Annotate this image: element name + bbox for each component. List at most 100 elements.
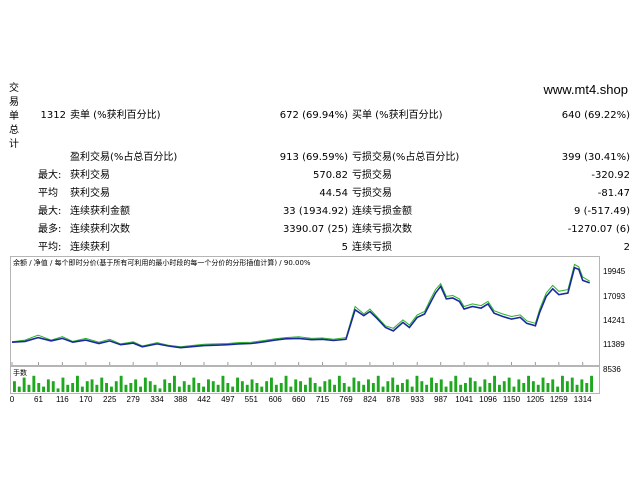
volume-bar	[27, 384, 31, 392]
volume-bar	[289, 386, 293, 392]
volume-bar	[255, 383, 259, 392]
volume-bar	[536, 384, 540, 392]
row-max-count-left-value: 3390.07 (25)	[282, 224, 348, 235]
volume-bar	[401, 383, 404, 392]
volume-bar	[575, 384, 579, 392]
x-tick-label: 660	[291, 395, 306, 404]
volume-bar	[192, 377, 196, 392]
volume-bar	[405, 379, 409, 392]
volume-bar	[32, 375, 36, 392]
volume-bar	[294, 379, 298, 392]
volume-bar	[80, 386, 84, 392]
volume-bar	[347, 386, 351, 392]
volume-bar	[531, 381, 535, 392]
volume-bar	[517, 379, 521, 392]
x-tick-label: 1096	[479, 395, 497, 404]
x-tick-label: 1041	[455, 395, 474, 404]
volume-bar	[546, 383, 550, 392]
balance-chart	[11, 263, 590, 365]
x-tick-label: 715	[315, 395, 330, 404]
volume-bar	[13, 381, 16, 392]
volume-bar	[76, 375, 79, 392]
volume-bar	[304, 384, 307, 392]
volume-bar	[260, 386, 264, 392]
x-tick-label: 497	[221, 395, 235, 404]
volume-bar	[153, 384, 157, 392]
volume-bar	[95, 384, 99, 392]
volume-bar	[61, 377, 65, 392]
volume-bar	[143, 377, 147, 392]
volume-bar	[124, 384, 128, 392]
volume-bar	[284, 375, 288, 392]
volume-bar	[226, 383, 230, 392]
volume-bar	[42, 386, 45, 392]
row-average-left-value: 44.54	[319, 188, 348, 199]
x-tick-label: 225	[103, 395, 117, 404]
volume-bar	[119, 375, 123, 392]
volume-bar	[425, 384, 429, 392]
volume-bar	[464, 383, 467, 392]
volume-bar	[37, 383, 41, 392]
volume-bar	[488, 383, 492, 392]
volume-bar	[502, 381, 506, 392]
row-largest-right-value: -320.92	[591, 170, 630, 181]
y-tick-label: 14241	[603, 316, 626, 325]
volume-bar	[114, 381, 118, 392]
volume-bar	[565, 381, 569, 392]
x-tick-label: 388	[173, 395, 188, 404]
row-trades-left-value: 672 (69.94%)	[279, 110, 348, 121]
row-profit-left-value: 913 (69.59%)	[279, 152, 348, 163]
volume-bar	[541, 377, 545, 392]
volume-bar	[51, 381, 55, 392]
volume-bar	[17, 386, 21, 392]
volume-bar	[459, 384, 463, 392]
balance-line	[11, 266, 590, 349]
volume-bar	[590, 375, 593, 392]
volume-bar	[333, 384, 336, 392]
volume-bar	[100, 377, 104, 392]
volume-bar	[556, 386, 560, 392]
volume-bar	[22, 377, 26, 392]
volume-bar	[367, 379, 370, 392]
volume-bar	[337, 375, 341, 392]
row-max-amount-left-value: 33 (1934.92)	[282, 206, 348, 217]
x-tick-label: 0	[9, 395, 15, 404]
x-tick-label: 279	[126, 395, 140, 404]
volume-bar	[522, 383, 526, 392]
row-max-amount-right-value: 9 (-517.49)	[574, 206, 630, 217]
volume-bar	[415, 375, 419, 392]
volume-bar	[410, 386, 414, 392]
volume-bar	[323, 381, 327, 392]
x-tick-label: 442	[197, 395, 211, 404]
volume-bar	[434, 383, 438, 392]
y-tick-label: 8536	[603, 365, 621, 374]
summary-side-label: 交易单总计	[9, 83, 19, 150]
volume-bar	[231, 386, 235, 392]
volume-bar	[313, 383, 317, 392]
volume-bar	[570, 377, 574, 392]
volume-bar	[357, 381, 361, 392]
row-largest-left-value: 570.82	[313, 170, 348, 181]
volume-bar	[265, 381, 269, 392]
volume-bar	[177, 386, 181, 392]
y-tick-label: 17093	[603, 292, 626, 301]
volume-bar	[129, 383, 133, 392]
x-tick-label: 61	[34, 395, 43, 404]
volume-bar	[454, 375, 458, 392]
volume-bar	[148, 381, 152, 392]
volume-bar	[371, 383, 375, 392]
volume-bar	[139, 386, 142, 392]
volume-bar	[386, 381, 390, 392]
y-tick-label: 19945	[603, 267, 626, 276]
volume-bar	[527, 375, 530, 392]
row-avg-consec-right-value: 2	[623, 242, 630, 253]
x-tick-label: 987	[433, 395, 448, 404]
x-tick-label: 1314	[573, 395, 592, 404]
volume-chart	[13, 375, 593, 392]
volume-bar	[580, 379, 584, 392]
x-tick-label: 170	[79, 395, 93, 404]
x-tick-label: 933	[410, 395, 424, 404]
volume-bar	[396, 384, 399, 392]
volume-bar	[493, 375, 496, 392]
volume-bar	[211, 381, 215, 392]
